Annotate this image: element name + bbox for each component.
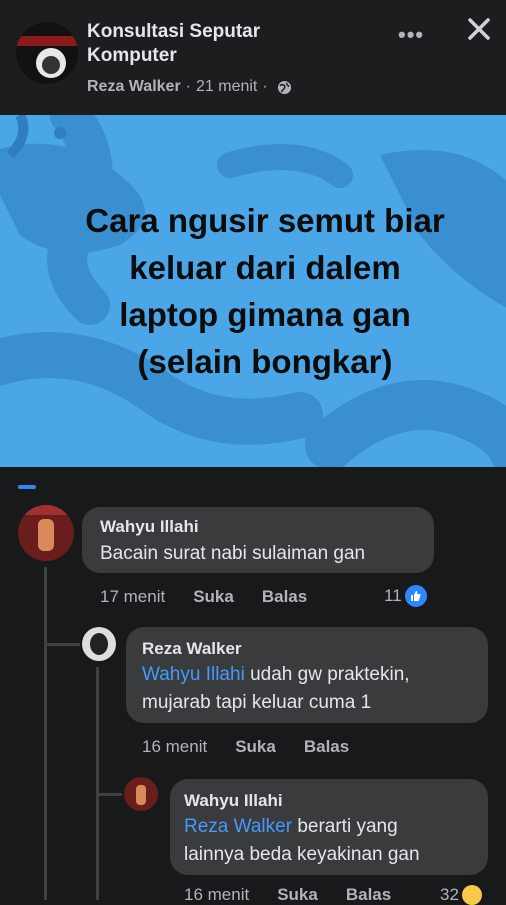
reply-button[interactable]: Balas bbox=[262, 587, 307, 607]
avatar-detail bbox=[18, 505, 74, 515]
reaction-summary[interactable]: 32 bbox=[440, 885, 482, 905]
post-time[interactable]: 21 menit bbox=[196, 78, 257, 96]
comment-bubble: Wahyu Illahi Reza Walker berarti yang la… bbox=[170, 779, 488, 875]
mention-link[interactable]: Wahyu Illahi bbox=[142, 664, 245, 685]
reaction-count: 32 bbox=[440, 885, 459, 904]
like-button[interactable]: Suka bbox=[277, 885, 318, 905]
avatar-detail bbox=[136, 785, 146, 805]
thread-connector bbox=[44, 643, 80, 646]
comment-text-line: mujarab tapi keluar cuma 1 bbox=[142, 692, 372, 713]
post-image[interactable]: Cara ngusir semut biar keluar dari dalem… bbox=[0, 115, 506, 467]
avatar[interactable] bbox=[18, 505, 74, 561]
like-button[interactable]: Suka bbox=[193, 587, 234, 607]
reaction-summary[interactable]: 11 bbox=[384, 585, 427, 607]
comments-section: Wahyu Illahi Bacain surat nabi sulaiman … bbox=[0, 467, 506, 905]
comment-text: Reza Walker berarti yang lainnya beda ke… bbox=[184, 813, 420, 869]
comment-actions: 17 menit Suka Balas bbox=[100, 587, 335, 607]
group-name[interactable]: Konsultasi Seputar Komputer bbox=[87, 20, 347, 68]
close-icon[interactable] bbox=[464, 14, 494, 44]
thread-line bbox=[96, 667, 99, 900]
poster-name[interactable]: Reza Walker bbox=[87, 78, 181, 96]
avatar-detail bbox=[38, 519, 54, 551]
comment-bubble: Wahyu Illahi Bacain surat nabi sulaiman … bbox=[82, 507, 434, 573]
reaction-count: 11 bbox=[384, 586, 402, 605]
avatar-banner bbox=[16, 36, 78, 46]
comment-time[interactable]: 16 menit bbox=[142, 737, 207, 757]
globe-icon bbox=[277, 80, 291, 94]
comment-bubble: Reza Walker Wahyu Illahi udah gw praktek… bbox=[126, 627, 488, 723]
comment-time[interactable]: 16 menit bbox=[184, 885, 249, 905]
group-avatar[interactable] bbox=[16, 22, 78, 84]
post-header: Konsultasi Seputar Komputer Reza Walker … bbox=[0, 0, 506, 115]
scroll-indicator bbox=[18, 485, 36, 489]
comment-author[interactable]: Wahyu Illahi bbox=[184, 791, 283, 811]
comment-text-line: udah gw praktekin, bbox=[250, 664, 410, 685]
comment-text-line: lainnya beda keyakinan gan bbox=[184, 844, 420, 865]
comment-text: Bacain surat nabi sulaiman gan bbox=[100, 543, 366, 564]
post-meta: Reza Walker · 21 menit · bbox=[87, 78, 292, 96]
reply-button[interactable]: Balas bbox=[304, 737, 349, 757]
avatar[interactable] bbox=[82, 627, 116, 661]
comment-text: Wahyu Illahi udah gw praktekin, mujarab … bbox=[142, 661, 410, 717]
avatar[interactable] bbox=[124, 777, 158, 811]
meta-separator: · bbox=[262, 78, 268, 95]
avatar-face-detail bbox=[42, 56, 60, 74]
comment-actions: 16 menit Suka Balas bbox=[142, 737, 377, 757]
like-icon bbox=[404, 585, 427, 607]
thread-line bbox=[44, 567, 47, 900]
reply-button[interactable]: Balas bbox=[346, 885, 391, 905]
haha-icon bbox=[461, 885, 482, 905]
comment-author[interactable]: Reza Walker bbox=[142, 639, 242, 659]
avatar-detail bbox=[90, 633, 108, 655]
more-icon[interactable]: ••• bbox=[398, 22, 424, 48]
comment-text-line: berarti yang bbox=[297, 816, 398, 837]
comment-time[interactable]: 17 menit bbox=[100, 587, 165, 607]
meta-separator: · bbox=[185, 78, 191, 95]
like-button[interactable]: Suka bbox=[235, 737, 276, 757]
comment-author[interactable]: Wahyu Illahi bbox=[100, 517, 199, 537]
comment-actions: 16 menit Suka Balas bbox=[184, 885, 419, 905]
mention-link[interactable]: Reza Walker bbox=[184, 816, 292, 837]
post-image-text: Cara ngusir semut biar keluar dari dalem… bbox=[85, 202, 445, 380]
thread-connector bbox=[96, 793, 122, 796]
